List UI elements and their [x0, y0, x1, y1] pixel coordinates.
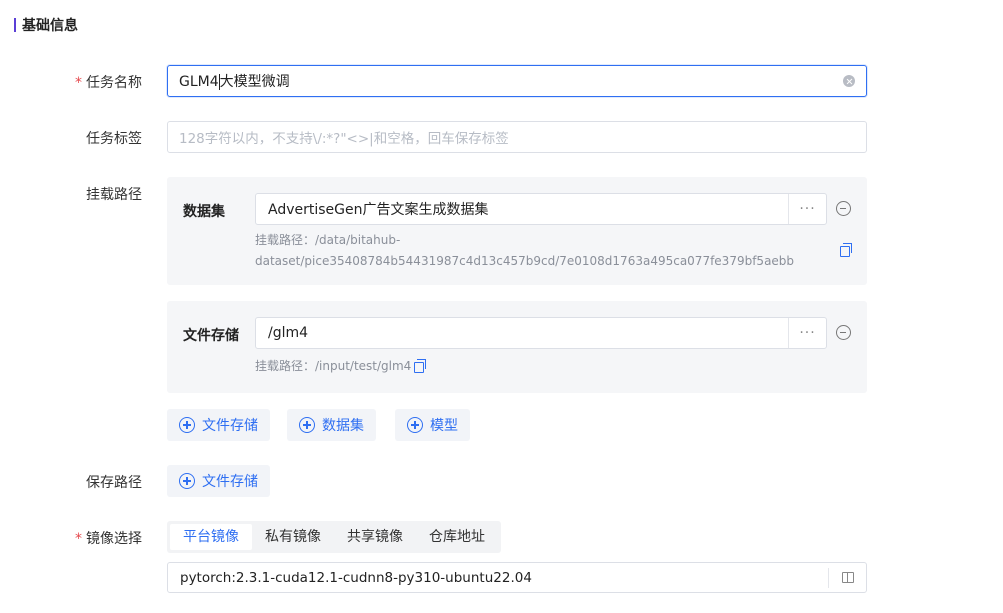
tab-private-image[interactable]: 私有镜像 — [252, 524, 334, 550]
task-name-label: * 任务名称 — [0, 72, 142, 92]
image-source-tabs: 平台镜像 私有镜像 共享镜像 仓库地址 — [167, 521, 501, 553]
add-file-storage-button[interactable]: 文件存储 — [167, 409, 270, 441]
plus-circle-icon — [179, 417, 195, 433]
copy-icon[interactable] — [414, 359, 426, 373]
tab-platform-image[interactable]: 平台镜像 — [170, 524, 252, 550]
add-dataset-button[interactable]: 数据集 — [287, 409, 376, 441]
required-mark: * — [75, 531, 82, 547]
book-icon — [841, 572, 854, 583]
mount-path-line: 挂载路径：/data/bitahub- — [255, 233, 401, 247]
image-select-label: * 镜像选择 — [0, 528, 142, 548]
add-save-path-label: 文件存储 — [202, 474, 258, 490]
task-tags-input[interactable]: 128字符以内，不支持\/:*?"<>|和空格，回车保存标签 — [167, 121, 867, 153]
mount-path-label: 挂载路径 — [86, 187, 142, 203]
mount-path-text: 挂载路径：/data/bitahub- dataset/pice35408784… — [255, 230, 795, 272]
mount-card-file-storage: 文件存储 /glm4 ··· 挂载路径：/input/test/glm4 — [167, 301, 867, 393]
remove-mount-icon[interactable] — [836, 201, 851, 216]
file-storage-select-input[interactable]: /glm4 ··· — [255, 317, 827, 349]
required-mark: * — [75, 75, 82, 91]
section-header: 基础信息 — [14, 16, 78, 34]
task-name-value-part1: GLM4 — [179, 74, 219, 90]
mount-path-line: dataset/pice35408784b54431987c4d13c457b9… — [255, 254, 795, 268]
clear-icon[interactable] — [843, 75, 855, 87]
section-accent-bar — [14, 18, 16, 32]
task-tags-placeholder: 128字符以内，不支持\/:*?"<>|和空格，回车保存标签 — [179, 131, 509, 147]
file-storage-value: /glm4 — [268, 325, 309, 341]
copy-icon[interactable] — [840, 243, 852, 257]
tab-shared-image[interactable]: 共享镜像 — [334, 524, 416, 550]
section-title: 基础信息 — [22, 18, 78, 34]
mount-card-dataset: 数据集 AdvertiseGen广告文案生成数据集 ··· 挂载路径：/data… — [167, 177, 867, 285]
mount-type-label: 文件存储 — [183, 328, 239, 344]
image-select-input[interactable]: pytorch:2.3.1-cuda12.1-cudnn8-py310-ubun… — [167, 562, 867, 593]
task-name-value-part2: 大模型微调 — [219, 74, 290, 90]
more-options-button[interactable]: ··· — [788, 318, 826, 348]
add-save-path-button[interactable]: 文件存储 — [167, 465, 270, 497]
plus-circle-icon — [299, 417, 315, 433]
save-path-label: 保存路径 — [86, 475, 142, 491]
task-tags-label: 任务标签 — [86, 131, 142, 147]
mount-type-label: 数据集 — [183, 204, 225, 220]
dataset-value: AdvertiseGen广告文案生成数据集 — [268, 202, 489, 218]
remove-mount-icon[interactable] — [836, 325, 851, 340]
add-model-button[interactable]: 模型 — [395, 409, 470, 441]
add-dataset-label: 数据集 — [322, 418, 364, 434]
more-options-button[interactable]: ··· — [788, 194, 826, 224]
task-name-value: GLM4大模型微调 — [179, 71, 843, 91]
task-name-input[interactable]: GLM4大模型微调 — [167, 65, 867, 97]
mount-path-line: 挂载路径：/input/test/glm4 — [255, 359, 412, 373]
tab-registry-address[interactable]: 仓库地址 — [416, 524, 498, 550]
image-value: pytorch:2.3.1-cuda12.1-cudnn8-py310-ubun… — [180, 569, 532, 586]
task-name-label-text: 任务名称 — [86, 75, 142, 91]
browse-image-button[interactable] — [828, 567, 866, 588]
add-model-label: 模型 — [430, 418, 458, 434]
add-file-storage-label: 文件存储 — [202, 418, 258, 434]
plus-circle-icon — [407, 417, 423, 433]
image-select-label-text: 镜像选择 — [86, 531, 142, 547]
dataset-select-input[interactable]: AdvertiseGen广告文案生成数据集 ··· — [255, 193, 827, 225]
plus-circle-icon — [179, 473, 195, 489]
